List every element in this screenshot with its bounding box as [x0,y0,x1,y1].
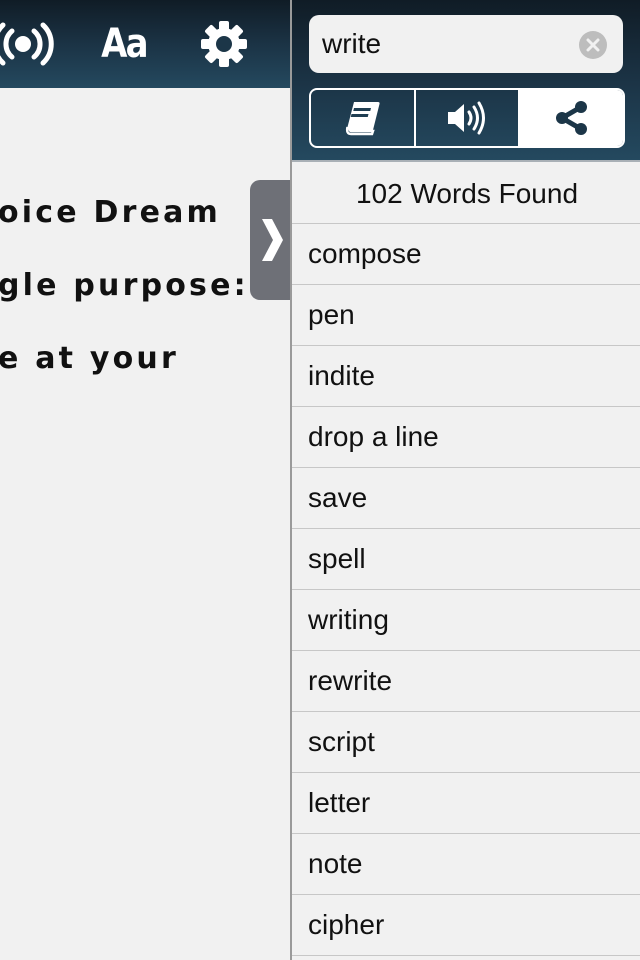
segment-speak[interactable] [413,90,519,146]
broadcast-icon [0,22,54,66]
list-item[interactable]: note [292,834,640,895]
list-item[interactable]: pen [292,285,640,346]
segment-share[interactable] [518,90,623,146]
mode-segmented-control [309,88,625,148]
chevron-right-icon [262,219,283,261]
font-size-button[interactable]: Aa [99,18,150,70]
share-icon [555,101,587,135]
search-input[interactable] [322,15,572,73]
clear-search-button[interactable] [579,31,607,59]
word-list: compose pen indite drop a line save spel… [292,224,640,956]
reader-pane: Aa oice Dream gle purpose: e at your [0,0,290,960]
list-item[interactable]: spell [292,529,640,590]
list-item[interactable]: rewrite [292,651,640,712]
search-field [309,15,623,73]
list-item[interactable]: save [292,468,640,529]
reader-line: oice Dream [0,195,222,230]
list-item[interactable]: compose [292,224,640,285]
drawer-toggle-button[interactable] [250,180,290,300]
reader-text: oice Dream gle purpose: e at your [0,176,249,395]
app-root: Aa oice Dream gle purpose: e at your wri… [0,0,640,960]
gear-icon [201,21,247,67]
list-item[interactable]: letter [292,773,640,834]
segment-dictionary[interactable] [311,90,414,146]
reader-line: gle purpose: [0,268,249,303]
book-icon [346,102,380,136]
thesaurus-header [292,0,640,162]
list-item[interactable]: script [292,712,640,773]
settings-button[interactable] [196,18,252,70]
broadcast-button[interactable] [0,18,54,70]
thesaurus-pane: 102 Words Found compose pen indite drop … [292,0,640,960]
results-count: 102 Words Found [292,164,640,224]
close-icon [586,38,600,52]
list-item[interactable]: cipher [292,895,640,956]
list-item[interactable]: indite [292,346,640,407]
list-item[interactable]: drop a line [292,407,640,468]
reader-toolbar: Aa [0,0,290,88]
reader-line: e at your [0,341,179,376]
pane-divider[interactable] [290,0,292,960]
font-size-icon: Aa [101,21,149,67]
list-item[interactable]: writing [292,590,640,651]
speaker-icon [448,101,485,135]
